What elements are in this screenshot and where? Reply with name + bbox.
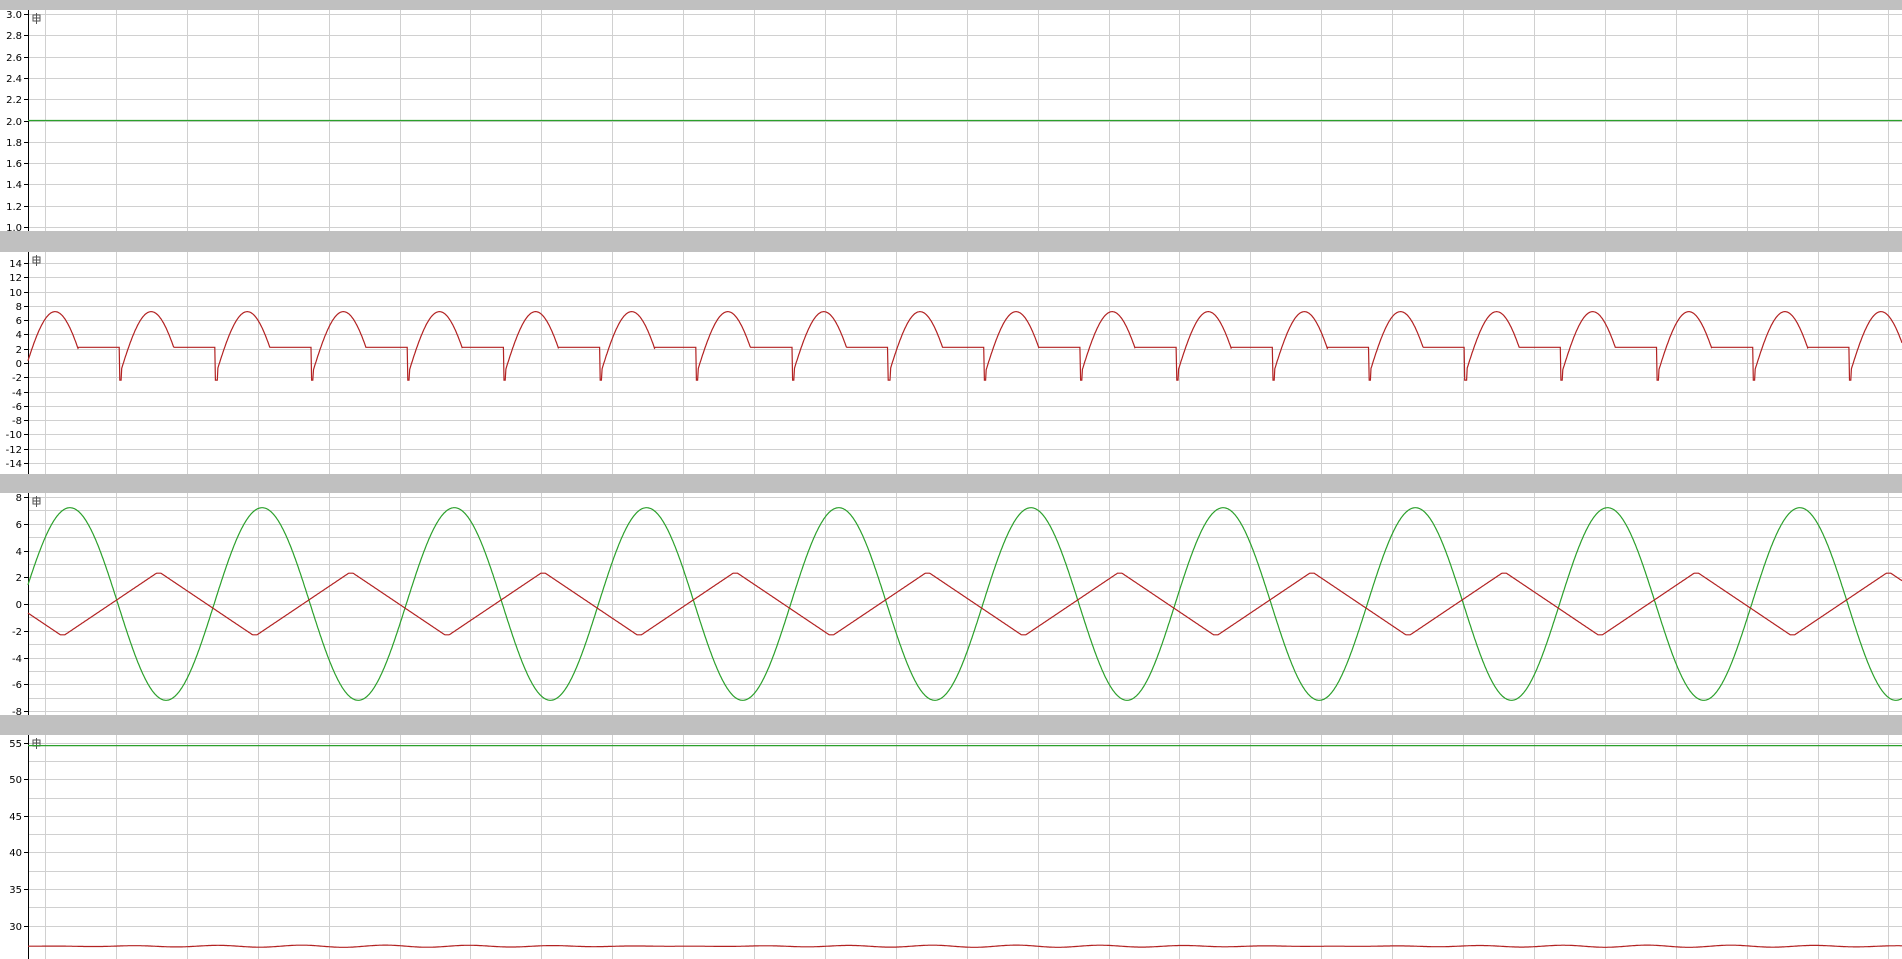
y-tick-label: 1.6 bbox=[6, 159, 22, 170]
y-tick-label: 1.0 bbox=[6, 223, 22, 234]
y-tick-label: 45 bbox=[9, 812, 22, 823]
y-tick-label: 1.2 bbox=[6, 202, 22, 213]
y-tick-label: 50 bbox=[9, 775, 22, 786]
y-tick-label: -4 bbox=[12, 654, 22, 665]
y-tick-label: 2.4 bbox=[6, 74, 22, 85]
y-tick-label: 4 bbox=[16, 547, 22, 558]
y-tick-label: 4 bbox=[16, 330, 22, 341]
y-tick-label: -6 bbox=[12, 680, 22, 691]
y-tick-label: -2 bbox=[12, 627, 22, 638]
y-tick-label: 35 bbox=[9, 885, 22, 896]
oscilloscope-view: 1.01.21.41.61.82.02.22.42.62.83.0-14-12-… bbox=[0, 0, 1902, 959]
y-tick-label: 8 bbox=[16, 493, 22, 504]
y-tick-label: 1.8 bbox=[6, 138, 22, 149]
scope-panel-1: 1.0 1.2 1.4 1.6 1.8 2.0 2.2 2.4 2.6 2.8 3.0 bbox=[0, 10, 1902, 234]
y-tick-label: -8 bbox=[12, 416, 22, 427]
y-tick-label: 30 bbox=[9, 922, 22, 933]
y-tick-label: 12 bbox=[9, 273, 22, 284]
y-tick-label: 2.8 bbox=[6, 31, 22, 42]
y-tick-label: 6 bbox=[16, 316, 22, 327]
y-tick-label: 14 bbox=[9, 259, 22, 270]
y-tick-label: 1.4 bbox=[6, 180, 22, 191]
y-tick-label: 2.6 bbox=[6, 53, 22, 64]
y-tick-label: -12 bbox=[6, 445, 22, 456]
plot-background bbox=[0, 735, 1902, 959]
y-tick-label: 6 bbox=[16, 520, 22, 531]
y-tick-label: -6 bbox=[12, 402, 22, 413]
y-tick-label: 0 bbox=[16, 359, 22, 370]
y-tick-label: 2 bbox=[16, 573, 22, 584]
y-tick-label: -2 bbox=[12, 373, 22, 384]
scope-panel-3: -8 -6 -4 -2 0 2 4 6 8 bbox=[0, 493, 1902, 718]
y-tick-label: 3.0 bbox=[6, 10, 22, 21]
y-tick-label: 8 bbox=[16, 302, 22, 313]
y-tick-label: 2.2 bbox=[6, 95, 22, 106]
y-tick-label: -14 bbox=[6, 459, 22, 470]
y-tick-label: -8 bbox=[12, 707, 22, 718]
y-tick-label: 55 bbox=[9, 739, 22, 750]
scope-panel-2: -14 -12 -10 -8 -6 -4 -2 0 2 4 6 8 10 12 14 bbox=[0, 252, 1902, 474]
y-tick-label: 10 bbox=[9, 288, 22, 299]
y-tick-label: 40 bbox=[9, 848, 22, 859]
y-tick-label: 2.0 bbox=[6, 117, 22, 128]
y-tick-label: 2 bbox=[16, 345, 22, 356]
y-tick-label: -10 bbox=[6, 430, 22, 441]
y-tick-label: -4 bbox=[12, 388, 22, 399]
y-tick-label: 0 bbox=[16, 600, 22, 611]
scope-panel-4: 30 35 40 45 50 55 bbox=[0, 735, 1902, 959]
